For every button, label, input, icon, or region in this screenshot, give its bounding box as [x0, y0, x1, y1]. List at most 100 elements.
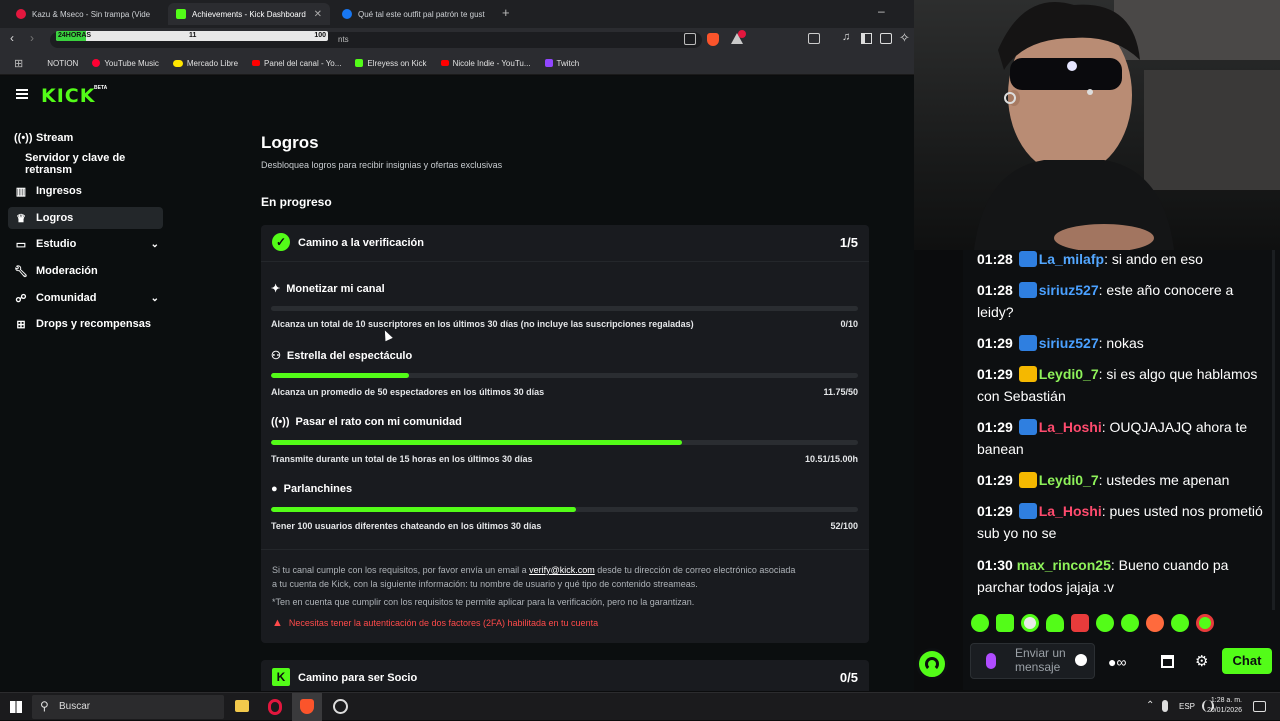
settings-gear-icon[interactable]: ⚙: [1195, 652, 1208, 670]
bookmark-notion[interactable]: NOTION: [47, 59, 78, 68]
emote-icon[interactable]: [1196, 614, 1214, 632]
emote-icon[interactable]: [1121, 614, 1139, 632]
drops-icon: ⊞: [16, 318, 26, 331]
microphone-tray-icon[interactable]: [1162, 700, 1168, 712]
share-icon[interactable]: [684, 33, 696, 45]
file-explorer-icon[interactable]: [235, 700, 249, 712]
forward-icon[interactable]: ›: [30, 31, 34, 45]
tab-kazu-mseco[interactable]: Kazu & Mseco - Sin trampa (Vide: [8, 3, 164, 25]
bookmark-mercado-libre[interactable]: Mercado Libre: [172, 59, 238, 68]
progress-max: 100: [314, 32, 326, 39]
sidebar-item-estudio[interactable]: ▭ Estudio ⌄: [8, 233, 163, 255]
opera-taskbar-icon[interactable]: [268, 699, 282, 715]
windows-start-icon[interactable]: [10, 701, 22, 713]
emote-icon[interactable]: [1146, 614, 1164, 632]
check-badge-icon: ✓: [272, 233, 290, 251]
achievement-name: Estrella del espectáculo: [286, 349, 413, 362]
achievement-chatters: ● Parlanchines: [271, 483, 352, 495]
bookmark-nicole-indie[interactable]: Nicole Indie - YouTu...: [440, 59, 531, 68]
sidebar-item-logros[interactable]: ♛ Logros: [8, 207, 163, 229]
bookmark-youtube-music[interactable]: YouTube Music: [92, 59, 159, 68]
close-tab-icon[interactable]: ✕: [314, 9, 322, 20]
partner-card[interactable]: K Camino para ser Socio 0/5: [261, 660, 869, 691]
sidebar-item-ingresos[interactable]: ▥ Ingresos: [8, 180, 163, 202]
msg-time: 01:29: [977, 472, 1013, 488]
new-tab-button[interactable]: +: [502, 5, 510, 20]
obs-taskbar-icon[interactable]: [333, 699, 348, 714]
achievement-desc: Transmite durante un total de 15 horas e…: [271, 454, 533, 464]
emoji-icon[interactable]: [1075, 654, 1087, 666]
brave-shield-icon[interactable]: [707, 33, 719, 46]
msg-text: : este año conocere a leidy?: [977, 282, 1234, 320]
crown-badge-icon: [1018, 366, 1037, 382]
power-ups-icon[interactable]: ●∞: [1108, 654, 1126, 670]
brave-taskbar-active[interactable]: [292, 693, 322, 721]
sidebar-item-moderacion[interactable]: 🔧︎ Moderación: [8, 260, 163, 282]
language-indicator[interactable]: ESP: [1179, 702, 1195, 711]
msg-user[interactable]: La_milafp: [1039, 251, 1104, 267]
apps-grid-icon[interactable]: ⊞: [14, 57, 23, 70]
achievement-star: ⚇ Estrella del espectáculo: [271, 349, 413, 363]
leo-icon[interactable]: ✧: [899, 30, 910, 46]
card-header[interactable]: ✓ Camino a la verificación 1/5: [261, 225, 869, 261]
msg-user[interactable]: Leydi0_7: [1039, 366, 1099, 382]
emote-bar: [971, 614, 1266, 636]
emote-icon[interactable]: [996, 614, 1014, 632]
wallet-icon[interactable]: [880, 33, 892, 44]
minimize-button[interactable]: –: [878, 4, 885, 18]
tray-chevron-icon[interactable]: ⌃: [1146, 700, 1154, 711]
notifications-icon[interactable]: [1253, 701, 1266, 712]
sidebar-toggle-icon[interactable]: [861, 33, 872, 44]
msg-user[interactable]: Leydi0_7: [1039, 472, 1099, 488]
bookmarks-bar: ⊞ NOTION YouTube Music Mercado Libre Pan…: [0, 52, 914, 75]
mic-icon[interactable]: [986, 653, 996, 669]
tab-achievements[interactable]: Achievements - Kick Dashboard ✕: [168, 3, 330, 25]
msg-user[interactable]: La_Hoshi: [1039, 503, 1102, 519]
emote-icon[interactable]: [1171, 614, 1189, 632]
achievement-desc: Tener 100 usuarios diferentes chateando …: [271, 521, 542, 531]
warning-icon: ▲: [272, 617, 283, 629]
sidebar-item-server-key[interactable]: Servidor y clave de retransm: [8, 152, 163, 176]
verify-email-link[interactable]: verify@kick.com: [529, 565, 595, 575]
chat-message: 01:29 Leydi0_7: ustedes me apenan: [977, 469, 1267, 491]
sidebar-item-comunidad[interactable]: ☍ Comunidad ⌄: [8, 287, 163, 309]
reader-icon[interactable]: [808, 33, 820, 44]
taskbar-clock[interactable]: 1:28 a. m. 20/01/2026: [1202, 696, 1242, 716]
card-title: Camino a la verificación: [298, 237, 424, 249]
bookmark-elreyess[interactable]: Elreyess on Kick: [355, 59, 427, 68]
msg-user[interactable]: siriuz527: [1039, 335, 1099, 351]
bookmark-twitch[interactable]: Twitch: [544, 59, 579, 68]
chat-send-button[interactable]: Chat: [1222, 648, 1272, 674]
achievement-monetize: ✦ Monetizar mi canal: [271, 282, 385, 296]
back-icon[interactable]: ‹: [10, 31, 14, 45]
music-icon[interactable]: ♫: [842, 31, 850, 43]
sidebar-item-label: Estudio: [36, 238, 77, 250]
sidebar-item-label: Ingresos: [36, 185, 82, 197]
msg-time: 01:28: [977, 282, 1013, 298]
disclaimer-text: *Ten en cuenta que cumplir con los requi…: [272, 597, 695, 607]
emote-icon[interactable]: [1021, 614, 1039, 632]
sidebar-item-drops[interactable]: ⊞ Drops y recompensas: [8, 313, 163, 335]
gift-icon[interactable]: [1161, 655, 1174, 668]
streamer-webcam: [974, 0, 1280, 250]
tab-title: Qué tal este outfit pal patrón te gust: [358, 9, 485, 19]
chat-input[interactable]: Enviar un mensaje: [970, 643, 1095, 679]
kick-logo[interactable]: KICK: [41, 85, 95, 107]
sidebar-item-stream[interactable]: ((•)) Stream: [8, 127, 163, 149]
taskbar-search[interactable]: ⚲ Buscar: [32, 695, 224, 719]
bookmark-panel-canal[interactable]: Panel del canal - Yo...: [252, 59, 341, 68]
emote-icon[interactable]: [1096, 614, 1114, 632]
emote-icon[interactable]: [971, 614, 989, 632]
msg-user[interactable]: max_rincon25: [1017, 557, 1111, 573]
emote-icon[interactable]: [1046, 614, 1064, 632]
menu-icon[interactable]: [16, 89, 28, 99]
chart-icon: ▥: [15, 185, 27, 198]
msg-user[interactable]: siriuz527: [1039, 282, 1099, 298]
support-button[interactable]: [916, 648, 948, 680]
tab-outfit[interactable]: Qué tal este outfit pal patrón te gust: [334, 3, 492, 25]
note-text: Si tu canal cumple con los requisitos, p…: [272, 565, 530, 575]
chat-scrollbar[interactable]: [1272, 250, 1275, 610]
emote-icon[interactable]: [1071, 614, 1089, 632]
msg-user[interactable]: La_Hoshi: [1039, 419, 1102, 435]
verification-note: Si tu canal cumple con los requisitos, p…: [272, 565, 795, 575]
